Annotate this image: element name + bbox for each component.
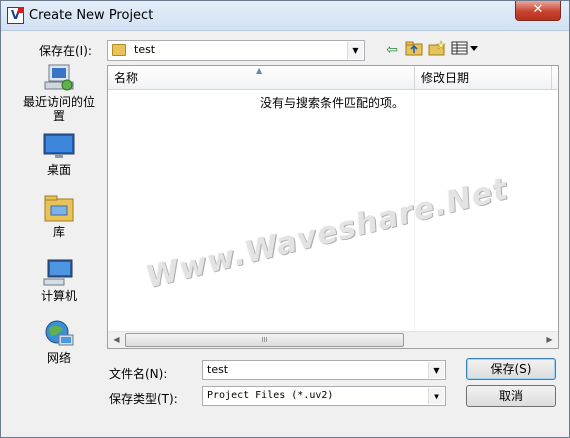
file-name-label: 文件名(N):: [109, 367, 168, 381]
title-bar[interactable]: V Create New Project ✕: [1, 1, 569, 31]
place-network[interactable]: 网络: [17, 319, 101, 365]
chevron-down-icon[interactable]: ▼: [347, 42, 363, 59]
new-folder-icon[interactable]: [427, 40, 447, 60]
save-button[interactable]: 保存(S): [466, 358, 556, 380]
column-header-name[interactable]: 名称 ▲: [108, 66, 414, 90]
computer-icon: [43, 257, 75, 287]
place-desktop[interactable]: 桌面: [17, 131, 101, 177]
place-network-label: 网络: [46, 351, 71, 365]
close-button[interactable]: ✕: [515, 1, 561, 21]
save-in-combo[interactable]: test ▼: [107, 40, 365, 61]
scroll-left-icon[interactable]: ◀: [108, 332, 125, 348]
file-type-label: 保存类型(T):: [109, 392, 178, 406]
desktop-icon: [43, 131, 75, 161]
back-arrow-icon[interactable]: ⇦: [382, 40, 402, 60]
column-header-overflow: [552, 66, 558, 90]
empty-message: 没有与搜索条件匹配的项。: [260, 96, 405, 110]
chevron-down-icon[interactable]: ▼: [428, 388, 444, 404]
file-type-select[interactable]: Project Files (*.uv2) ▼: [202, 386, 446, 406]
file-name-input[interactable]: test ▼: [202, 360, 446, 380]
up-folder-icon[interactable]: [404, 40, 424, 60]
column-header-date[interactable]: 修改日期: [415, 66, 551, 90]
network-icon: [43, 319, 75, 349]
library-icon: [43, 193, 75, 223]
sort-up-icon: ▲: [256, 66, 263, 75]
scroll-thumb[interactable]: III: [125, 333, 404, 347]
save-in-value: test: [134, 43, 156, 56]
cancel-button[interactable]: 取消: [466, 385, 556, 407]
view-menu-icon[interactable]: [451, 40, 479, 60]
chevron-down-icon[interactable]: ▼: [428, 362, 444, 378]
place-computer[interactable]: 计算机: [17, 257, 101, 303]
recent-places-icon: [43, 63, 75, 93]
place-computer-label: 计算机: [40, 289, 77, 303]
file-name-value: test: [207, 363, 229, 376]
place-libraries[interactable]: 库: [17, 193, 101, 239]
save-in-label: 保存在(I):: [39, 44, 92, 58]
create-project-dialog: V Create New Project ✕ 保存在(I): test ▼ ⇦ …: [0, 0, 570, 438]
file-type-value: Project Files (*.uv2): [207, 390, 334, 401]
place-libraries-label: 库: [52, 225, 65, 239]
horizontal-scrollbar[interactable]: ◀ III ▶: [108, 331, 558, 348]
place-recent[interactable]: 最近访问的位置: [17, 63, 101, 123]
uvision-app-icon: V: [7, 7, 24, 24]
place-recent-label: 最近访问的位置: [22, 95, 95, 123]
places-bar: 最近访问的位置 桌面 库 计算机 网络: [17, 63, 101, 383]
scroll-right-icon[interactable]: ▶: [541, 332, 558, 348]
window-title: Create New Project: [29, 8, 154, 23]
place-desktop-label: 桌面: [46, 163, 71, 177]
folder-icon: [112, 44, 126, 56]
